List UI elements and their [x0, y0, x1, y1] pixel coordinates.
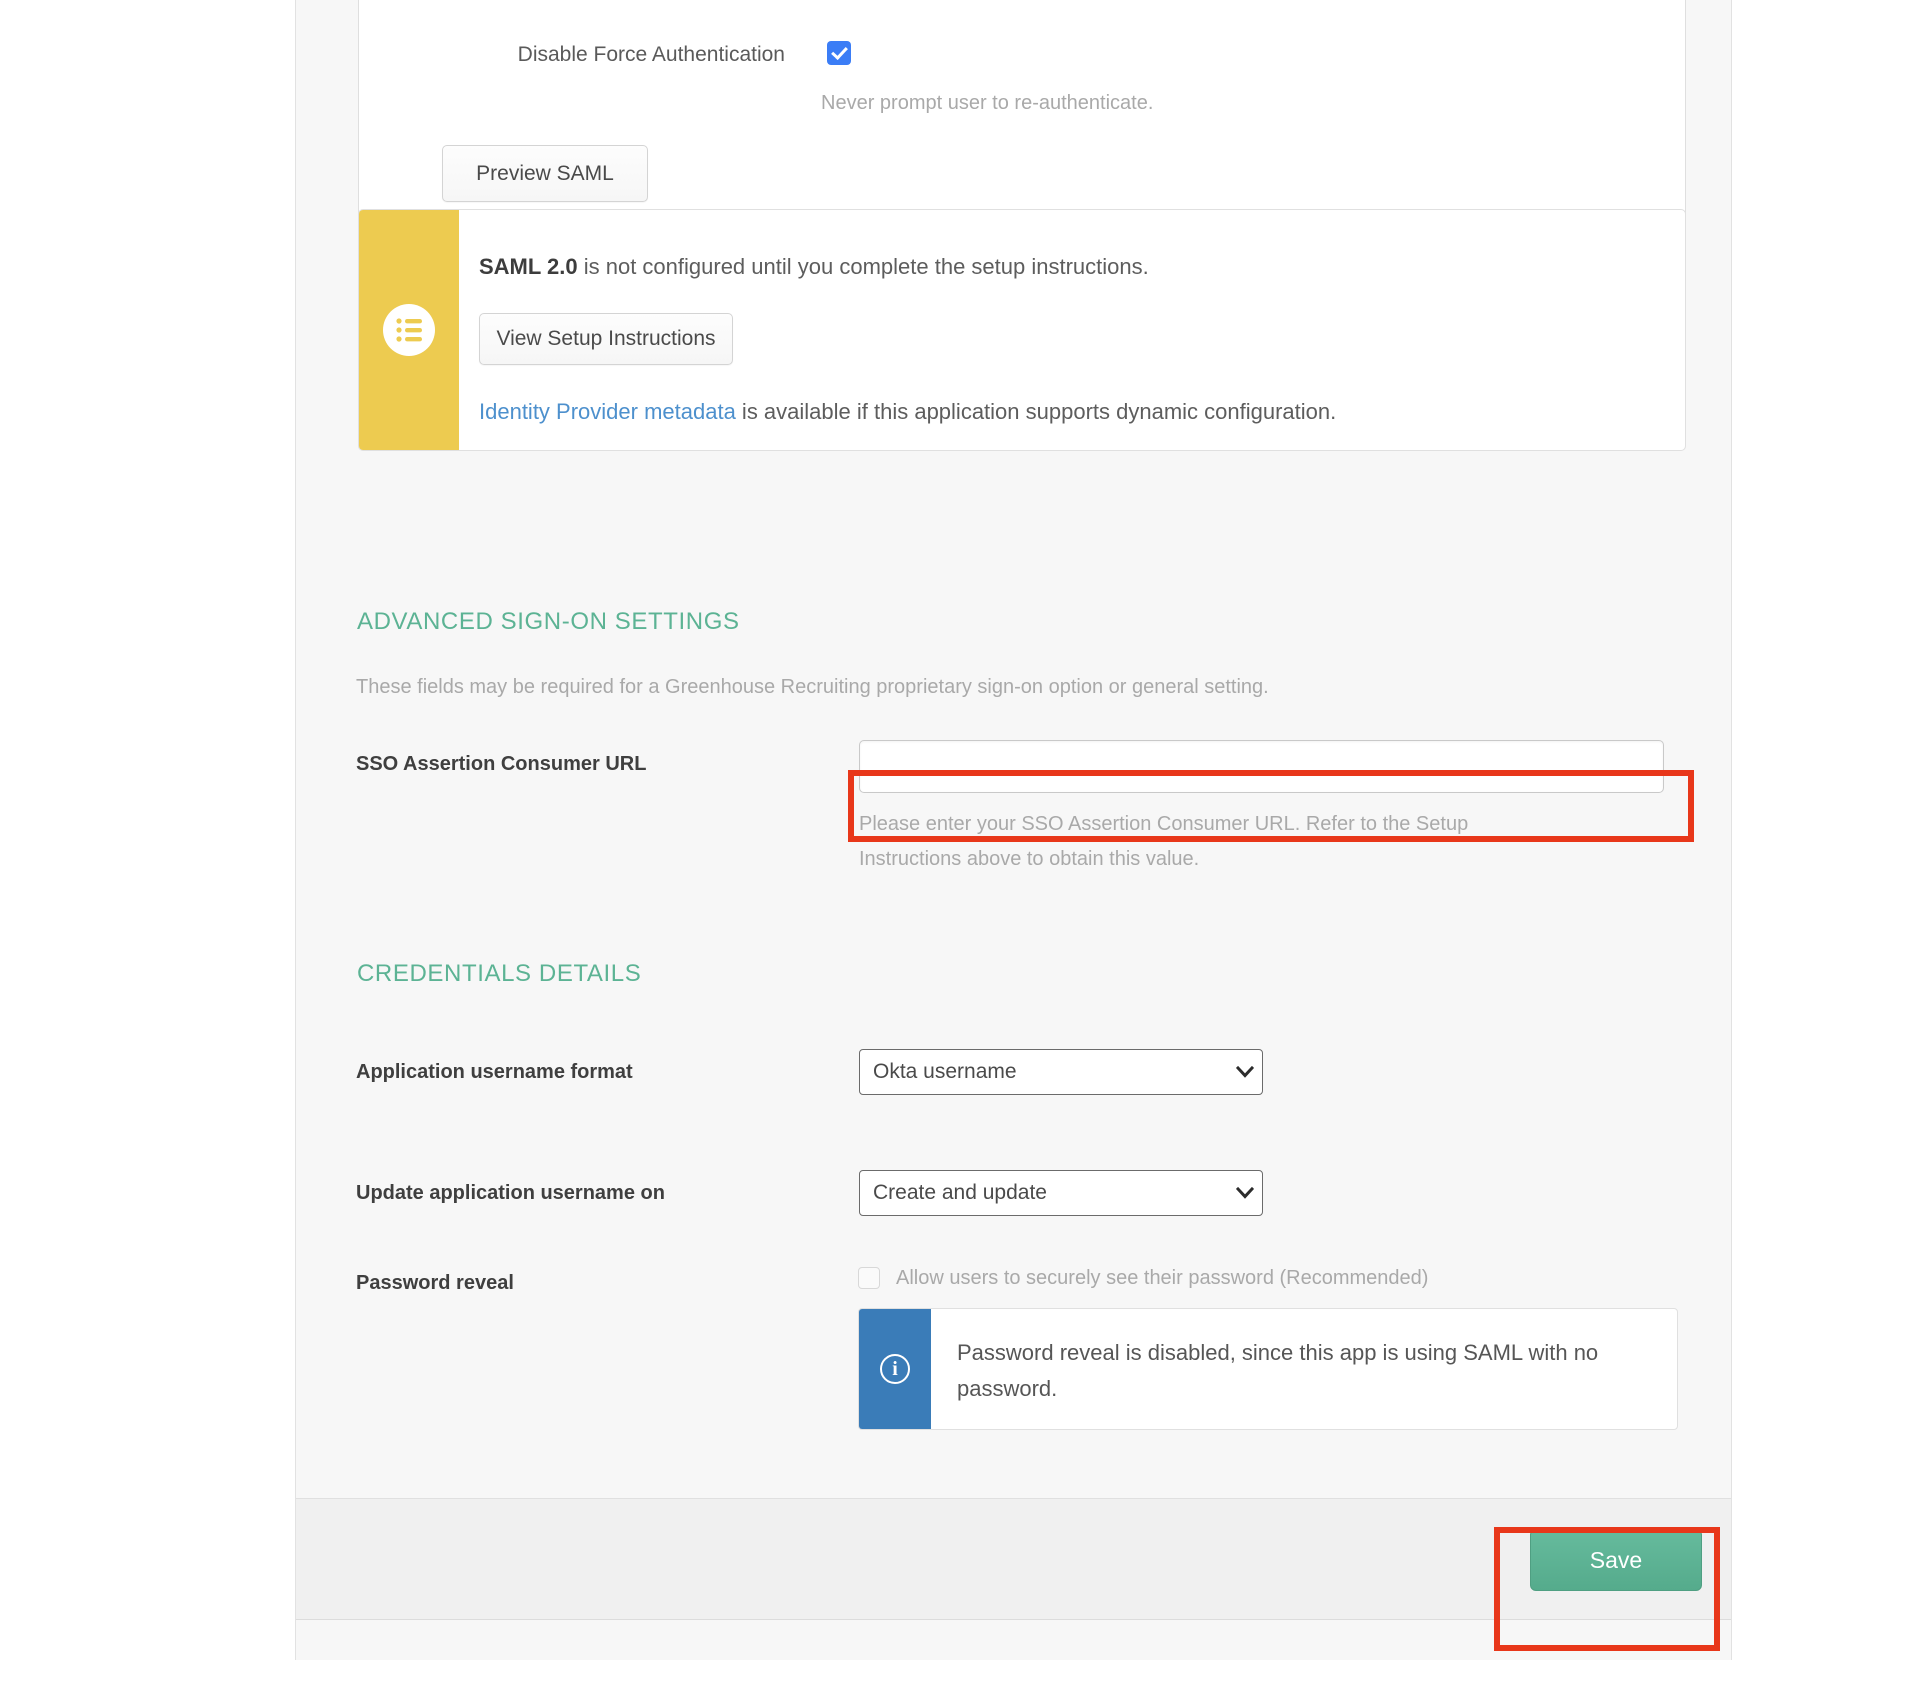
notice-metadata-line: Identity Provider metadata is available … [479, 399, 1685, 425]
password-reveal-checkbox[interactable] [858, 1267, 880, 1289]
sso-assertion-consumer-url-label: SSO Assertion Consumer URL [356, 753, 647, 775]
password-reveal-info-box: i Password reveal is disabled, since thi… [858, 1308, 1678, 1430]
identity-provider-metadata-link[interactable]: Identity Provider metadata [479, 399, 736, 424]
update-application-username-on-select[interactable]: Create and update [859, 1170, 1263, 1216]
sign-on-settings-card: Disable Force Authentication Never promp… [358, 0, 1686, 225]
chevron-down-icon [1228, 1066, 1262, 1078]
disable-force-auth-helper: Never prompt user to re-authenticate. [821, 92, 1154, 114]
disable-force-auth-row: Disable Force Authentication Never promp… [437, 41, 1587, 121]
panel-scroll-body: Disable Force Authentication Never promp… [296, 0, 1731, 1660]
update-application-username-on-value: Create and update [873, 1181, 1047, 1204]
preview-saml-button[interactable]: Preview SAML [442, 145, 648, 202]
notice-message-rest: is not configured until you complete the… [577, 254, 1149, 279]
disable-force-auth-label: Disable Force Authentication [517, 43, 785, 66]
info-accent-stripe: i [859, 1309, 931, 1429]
info-icon: i [880, 1354, 910, 1384]
advanced-sign-on-settings-heading: ADVANCED SIGN-ON SETTINGS [357, 608, 740, 635]
notice-metadata-suffix: is available if this application support… [735, 399, 1337, 425]
application-username-format-select[interactable]: Okta username [859, 1049, 1263, 1095]
disable-force-auth-checkbox[interactable] [827, 41, 851, 65]
notice-body: SAML 2.0 is not configured until you com… [459, 210, 1685, 450]
sso-assertion-consumer-url-input-wrap [859, 740, 1664, 793]
form-footer-bar: Save [296, 1498, 1731, 1620]
application-username-format-label: Application username format [356, 1061, 633, 1083]
notice-message-line: SAML 2.0 is not configured until you com… [479, 254, 1685, 280]
advanced-sign-on-settings-description: These fields may be required for a Green… [356, 676, 1269, 698]
application-username-format-value: Okta username [873, 1060, 1017, 1083]
password-reveal-label: Password reveal [356, 1272, 514, 1294]
sso-assertion-consumer-url-input[interactable] [859, 740, 1664, 793]
settings-panel: Disable Force Authentication Never promp… [295, 0, 1732, 1660]
saml-not-configured-notice: SAML 2.0 is not configured until you com… [358, 209, 1686, 451]
save-button[interactable]: Save [1530, 1529, 1702, 1591]
sso-assertion-consumer-url-helper: Please enter your SSO Assertion Consumer… [859, 813, 1469, 870]
notice-message-strong: SAML 2.0 [479, 254, 578, 279]
password-reveal-info-text: Password reveal is disabled, since this … [957, 1340, 1599, 1401]
view-setup-instructions-button[interactable]: View Setup Instructions [479, 313, 733, 366]
credentials-details-heading: CREDENTIALS DETAILS [357, 960, 642, 987]
app-page: Disable Force Authentication Never promp… [0, 0, 1908, 1686]
update-application-username-on-label: Update application username on [356, 1182, 665, 1204]
password-reveal-checkbox-row: Allow users to securely see their passwo… [858, 1267, 1428, 1289]
chevron-down-icon [1228, 1187, 1262, 1199]
notice-accent-stripe [359, 210, 459, 450]
list-icon [383, 304, 435, 356]
password-reveal-checkbox-label: Allow users to securely see their passwo… [896, 1267, 1429, 1289]
